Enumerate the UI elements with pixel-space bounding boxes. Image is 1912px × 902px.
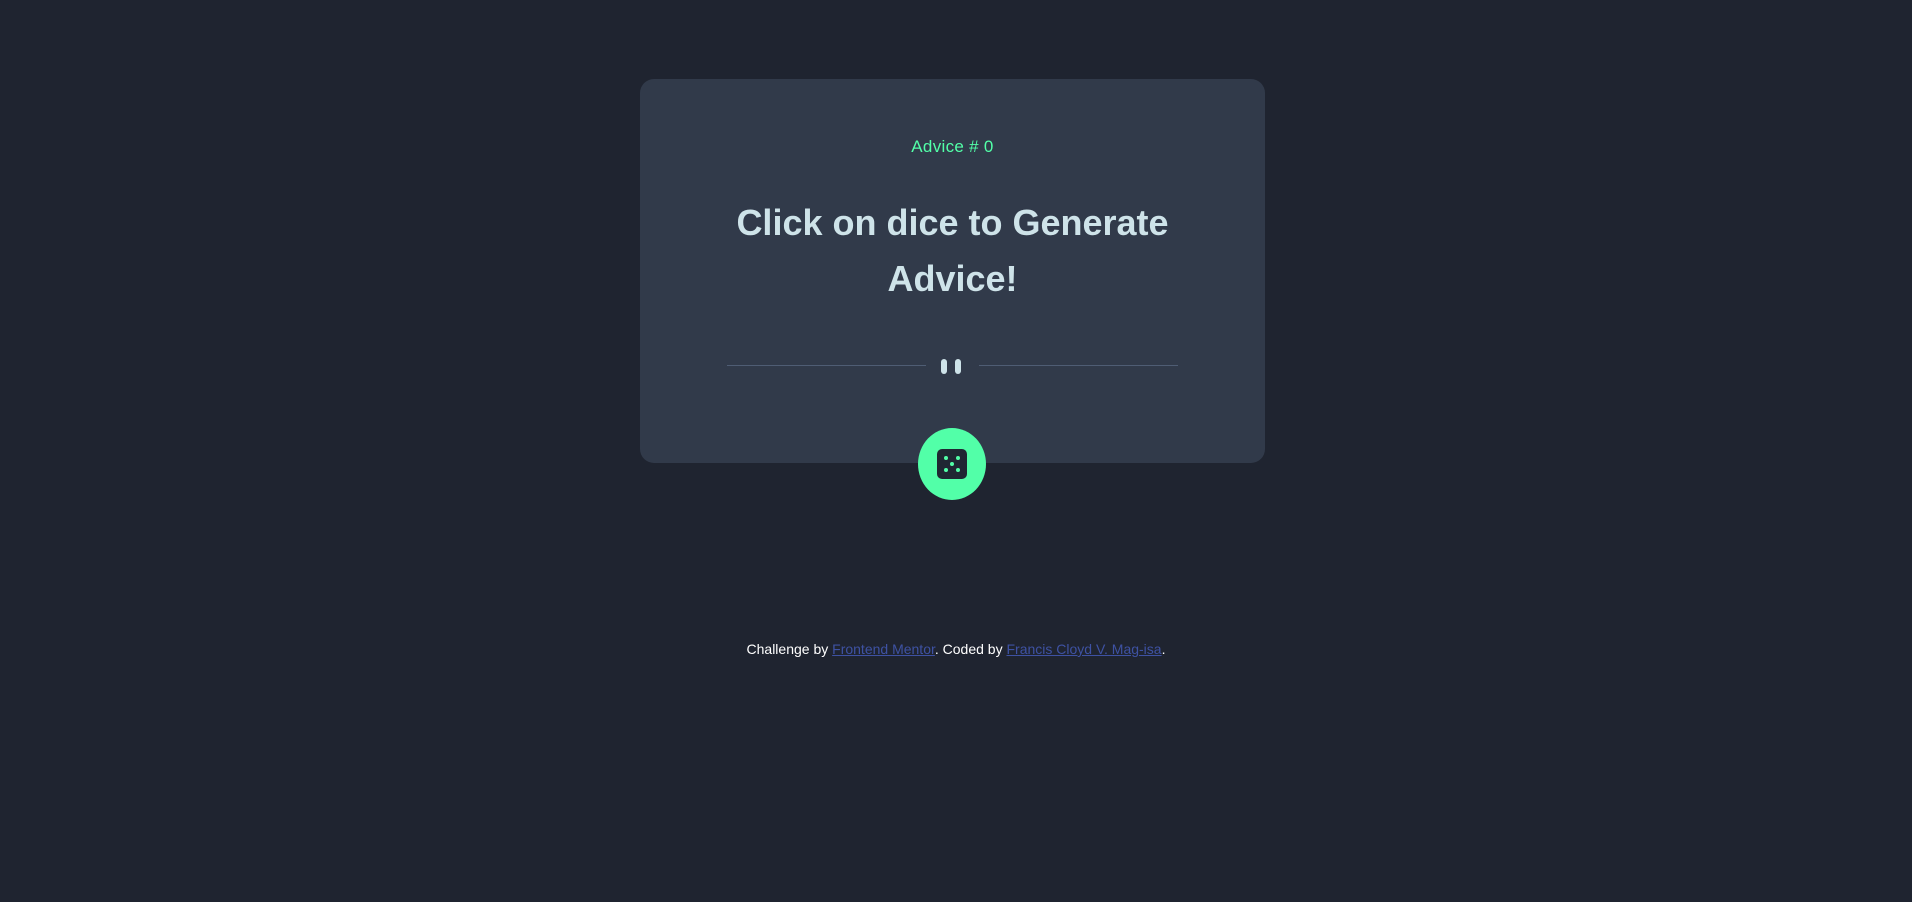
frontend-mentor-link[interactable]: Frontend Mentor — [832, 641, 935, 657]
advice-text: Click on dice to Generate Advice! — [736, 202, 1169, 299]
divider-line-left — [727, 365, 926, 366]
pause-icon — [940, 359, 964, 374]
generate-advice-button[interactable] — [918, 428, 986, 500]
footer-middle: . Coded by — [934, 641, 1007, 657]
page: Advice # 0 Click on dice to Generate Adv… — [0, 0, 1912, 902]
advice-card: Advice # 0 Click on dice to Generate Adv… — [640, 79, 1265, 463]
footer-suffix: . — [1161, 641, 1166, 657]
dice-icon — [937, 449, 967, 479]
advice-id: Advice # 0 — [911, 137, 994, 156]
author-link[interactable]: Francis Cloyd V. Mag-isa — [1006, 641, 1161, 657]
footer-prefix: Challenge by — [746, 641, 833, 657]
divider-line-right — [979, 365, 1178, 366]
attribution-footer: Challenge by Frontend Mentor. Coded by F… — [0, 641, 1912, 657]
divider — [727, 356, 1178, 376]
